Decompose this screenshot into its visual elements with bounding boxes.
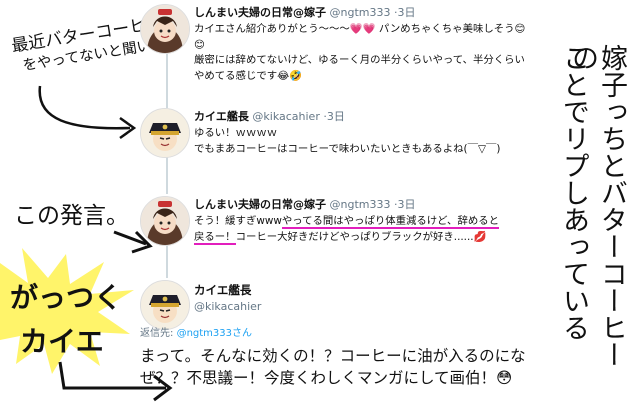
vertical-annotation-col1: 嫁子っちとバターコーヒーの <box>567 44 627 368</box>
reply-to-label: 返信先: <box>140 328 174 339</box>
annotation-hungry: がっつく <box>10 281 123 314</box>
handle[interactable]: @kikacahier <box>252 110 319 123</box>
display-name[interactable]: カイエ艦長 <box>194 283 251 297</box>
display-name[interactable]: カイエ艦長 <box>194 110 249 123</box>
underlined-text: やってる間はやっぱり体重減るけど、辞めると <box>281 215 500 229</box>
tweet-text-line: 厳密には辞めてないけど、ゆるーく月の半分くらいやって、半分くらいやめてる感じです… <box>194 54 525 82</box>
avatar[interactable] <box>140 4 190 54</box>
display-name[interactable]: しんまい夫婦の日常@嫁子 <box>194 198 326 211</box>
tweet-text: そう！緩すぎwwwやってる間はやっぱり体重減るけど、辞めると 戻るー！コーヒー大… <box>194 214 534 245</box>
tweet-text: カイエさん紹介ありがとう〜〜〜💗💗 パンめちゃくちゃ美味しそう😊😊 厳密には辞め… <box>194 22 534 84</box>
vertical-annotation-col2: ことでリプしあっている <box>558 44 589 341</box>
tweet-text-segment: そう！緩すぎwww <box>194 215 282 227</box>
timestamp[interactable]: 3日 <box>397 198 415 211</box>
display-name[interactable]: しんまい夫婦の日常@嫁子 <box>194 6 326 19</box>
reply-to: 返信先: @ngtm333さん <box>140 324 532 339</box>
tweet-text-line: カイエさん紹介ありがとう〜〜〜💗💗 パンめちゃくちゃ美味しそう😊😊 <box>194 23 526 51</box>
thread-connector <box>166 156 168 194</box>
thread-connector <box>166 54 168 108</box>
handle[interactable]: @ngtm333 <box>330 198 391 211</box>
tweet-text-line: ゆるい！ｗｗｗｗ <box>194 127 278 139</box>
underlined-text: 戻るー！ <box>194 230 236 245</box>
reply-thread: しんまい夫婦の日常@嫁子 @ngtm333 ·3日 カイエさん紹介ありがとう〜〜… <box>134 0 534 410</box>
avatar[interactable] <box>140 196 190 246</box>
thread-connector <box>166 246 168 278</box>
handle[interactable]: @kikacahier <box>194 300 534 313</box>
avatar[interactable] <box>140 108 190 158</box>
tweet-text-segment: コーヒー大好きだけどやっぱりブラックが好き......💋 <box>235 230 487 243</box>
tweet-text: ゆるい！ｗｗｗｗ でもまあコーヒーはコーヒーで味わいたいときもあるよね(￣▽￣) <box>194 126 534 157</box>
reply-to-link[interactable]: @ngtm333さん <box>177 328 252 339</box>
avatar[interactable] <box>140 280 190 330</box>
vertical-annotation: 嫁子っちとバターコーヒーの ことでリプしあっている <box>548 44 628 374</box>
handle[interactable]: @ngtm333 <box>330 6 391 19</box>
tweet-text-line: でもまあコーヒーはコーヒーで味わいたいときもあるよね(￣▽￣) <box>194 142 501 155</box>
annotation-kaie: カイエ <box>20 325 104 358</box>
tweet-text: まって。そんなに効くの！？コーヒーに油が入るのになぜ？？不思議ー！今度くわしくマ… <box>140 347 526 387</box>
timestamp[interactable]: 3日 <box>327 110 345 123</box>
timestamp[interactable]: 3日 <box>397 6 415 19</box>
